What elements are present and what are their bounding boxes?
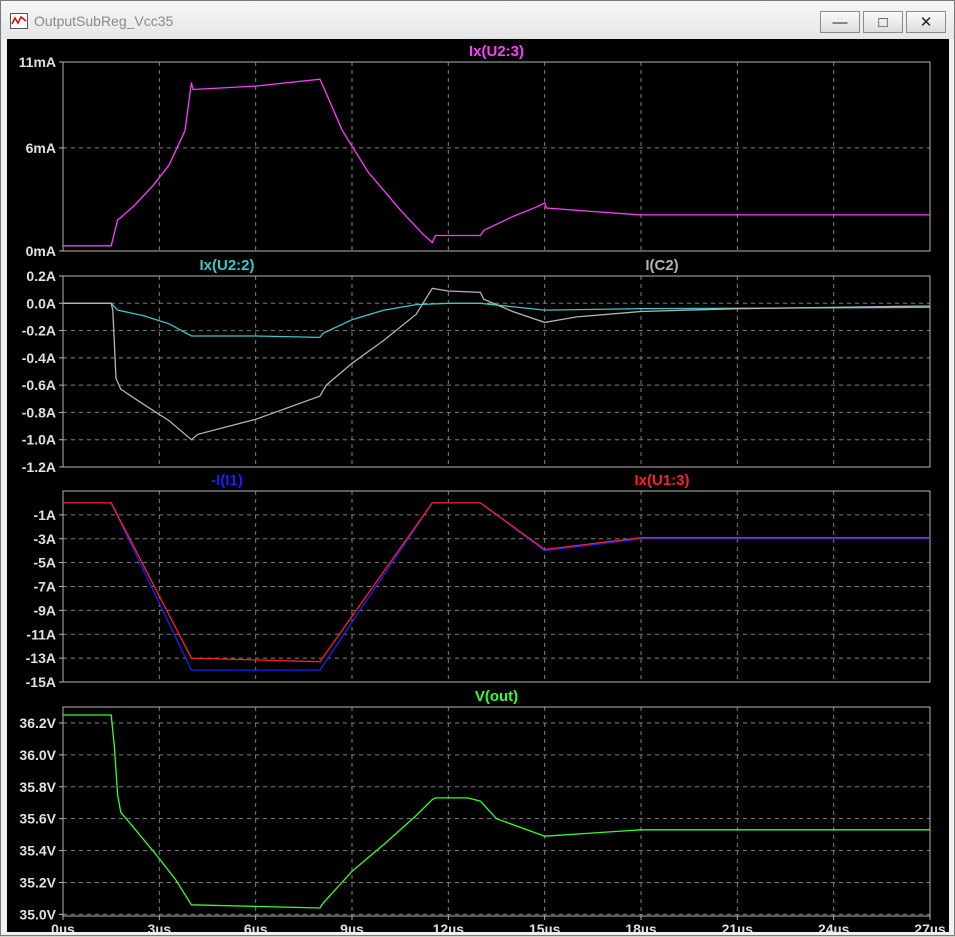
x-tick-label: 27µs bbox=[914, 921, 946, 932]
series-title: Ix(U2:3) bbox=[469, 43, 524, 60]
waveform-plots-svg[interactable]: 11mA 6mA 0mA Ix(U2:3) 0.2A 0.0A -0.2A -0.4A -0.6… bbox=[7, 39, 949, 937]
series-line-v-out bbox=[63, 714, 930, 909]
y-tick-label: -9A bbox=[33, 602, 56, 618]
x-tick-label: 15µs bbox=[529, 921, 561, 932]
minimize-icon: — bbox=[832, 13, 848, 31]
y-tick-label: 35.8V bbox=[19, 779, 56, 795]
pane-frame bbox=[62, 706, 931, 917]
x-tick-label: 9µs bbox=[340, 921, 364, 932]
y-tick-label: 35.4V bbox=[19, 843, 56, 859]
y-tick-label: 35.0V bbox=[19, 906, 56, 922]
y-tick-label: -0.2A bbox=[22, 323, 56, 339]
x-tick-label: 21µs bbox=[722, 921, 754, 932]
series-title: Ix(U1:3) bbox=[634, 472, 689, 489]
series-line-i-c2 bbox=[63, 287, 931, 441]
maximize-button[interactable]: □ bbox=[863, 11, 903, 33]
y-tick-label: 11mA bbox=[19, 54, 56, 70]
waveform-app-icon bbox=[10, 13, 28, 29]
y-tick-label: 0.0A bbox=[26, 295, 56, 311]
app-window: OutputSubReg_Vcc35 — □ ✕ 11mA 6mA 0mA Ix(U2… bbox=[0, 0, 955, 937]
series-line-ix-u1-3 bbox=[63, 502, 930, 663]
title-bar[interactable]: OutputSubReg_Vcc35 — □ ✕ bbox=[1, 1, 954, 39]
y-tick-label: -13A bbox=[26, 650, 56, 666]
y-tick-label: 35.2V bbox=[19, 874, 56, 890]
x-tick-label: 18µs bbox=[625, 921, 657, 932]
y-tick-label: 36.0V bbox=[19, 747, 56, 763]
x-tick-label: 12µs bbox=[433, 921, 465, 932]
x-tick-label: 0µs bbox=[51, 921, 75, 932]
y-tick-label: 35.6V bbox=[19, 811, 56, 827]
y-tick-label: 0mA bbox=[26, 243, 56, 259]
y-tick-label: -7A bbox=[33, 579, 56, 595]
window-title: OutputSubReg_Vcc35 bbox=[34, 13, 174, 29]
y-tick-label: -5A bbox=[33, 555, 56, 571]
y-tick-label: -0.6A bbox=[22, 377, 56, 393]
y-tick-label: -1A bbox=[33, 507, 56, 523]
y-tick-label: -15A bbox=[26, 674, 56, 690]
x-tick-label: 24µs bbox=[818, 921, 850, 932]
close-icon: ✕ bbox=[919, 14, 933, 31]
series-title: V(out) bbox=[475, 688, 518, 705]
y-tick-label: -1.0A bbox=[22, 432, 56, 448]
series-title: Ix(U2:2) bbox=[199, 257, 254, 274]
y-tick-label: -0.4A bbox=[22, 350, 56, 366]
x-tick-label: 3µs bbox=[148, 921, 172, 932]
y-tick-label: -1.2A bbox=[22, 459, 56, 475]
series-line-ix-u2-3 bbox=[63, 78, 930, 247]
series-title: I(C2) bbox=[645, 257, 678, 274]
close-button[interactable]: ✕ bbox=[906, 11, 946, 33]
minimize-button[interactable]: — bbox=[820, 11, 860, 33]
x-tick-label: 6µs bbox=[244, 921, 268, 932]
y-tick-label: 36.2V bbox=[19, 715, 56, 731]
y-tick-label: 6mA bbox=[26, 140, 56, 156]
y-tick-label: 0.2A bbox=[26, 268, 56, 284]
y-tick-label: -0.8A bbox=[22, 404, 56, 420]
pane-frame bbox=[62, 61, 931, 252]
y-tick-label: -11A bbox=[26, 626, 56, 642]
maximize-icon: □ bbox=[878, 13, 888, 31]
waveform-plot-area[interactable]: 11mA 6mA 0mA Ix(U2:3) 0.2A 0.0A -0.2A -0.4A -0.6… bbox=[7, 39, 949, 937]
y-tick-label: -3A bbox=[33, 531, 56, 547]
series-title: -I(I1) bbox=[211, 472, 243, 489]
